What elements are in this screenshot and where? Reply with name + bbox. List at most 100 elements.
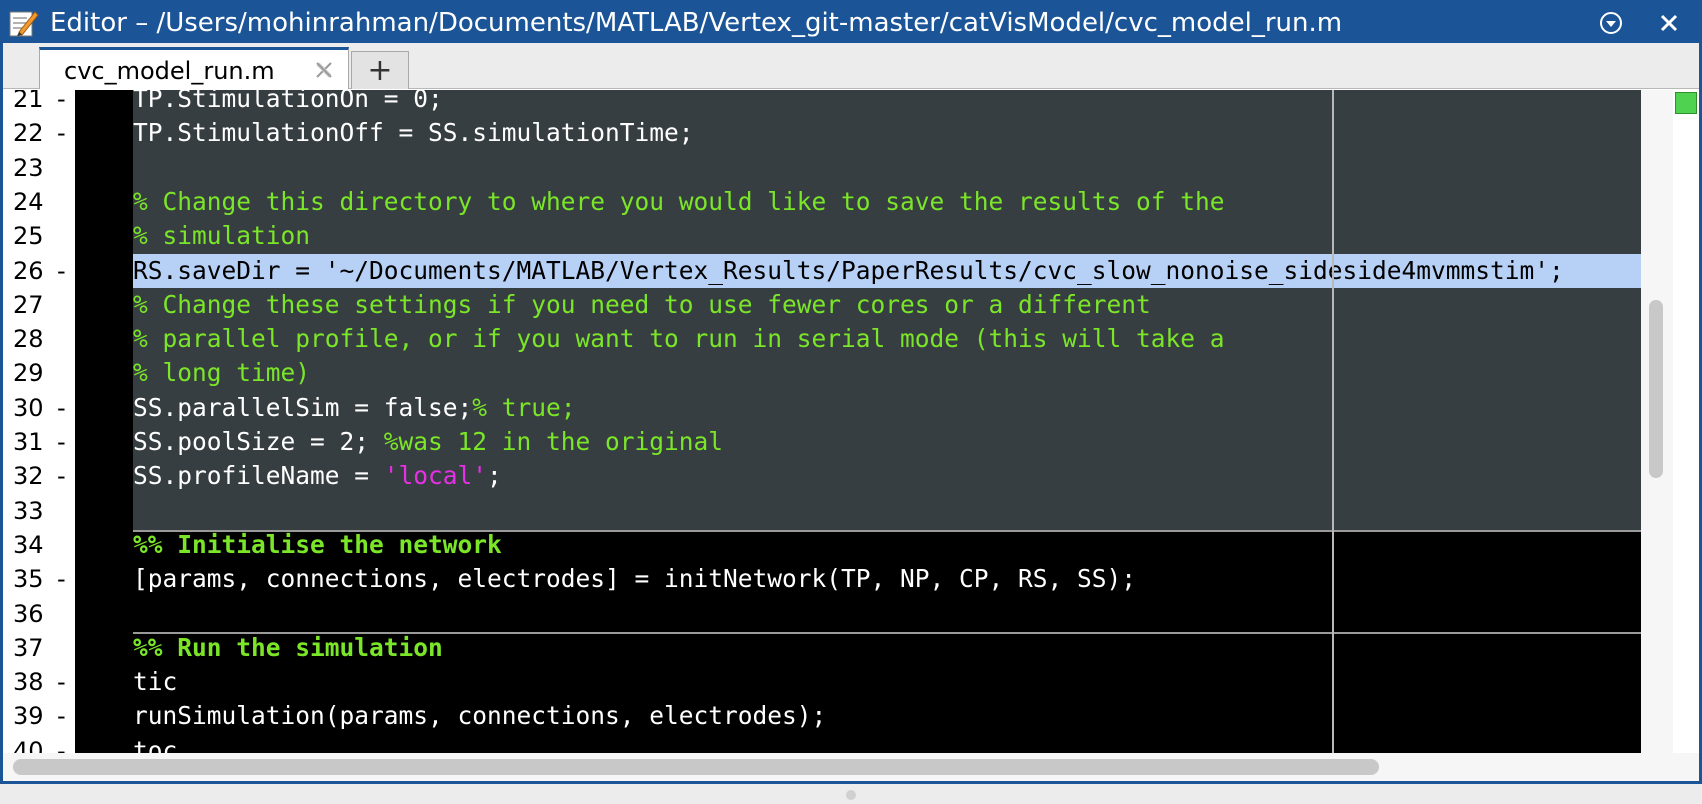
- code-token-comment: % true;: [472, 392, 576, 422]
- code-token-plain: TP.StimulationOff = SS.simulationTime;: [133, 118, 694, 148]
- horizontal-scroll-thumb[interactable]: [13, 759, 1379, 775]
- line-number-label: 37: [13, 633, 44, 662]
- code-line[interactable]: % simulation: [133, 219, 1641, 253]
- breakpoint-marker[interactable]: -: [57, 699, 66, 733]
- code-line[interactable]: % long time): [133, 356, 1641, 390]
- line-number: 25: [3, 219, 75, 253]
- code-token-comment: %was 12 in the original: [383, 427, 724, 456]
- line-number-label: 25: [13, 222, 44, 251]
- code-token-plain: ;: [487, 461, 502, 491]
- new-tab-button[interactable]: +: [351, 51, 409, 89]
- code-token-plain: runSimulation(params, connections, elect…: [133, 701, 827, 731]
- line-number-label: 35: [13, 565, 44, 594]
- code-line[interactable]: SS.parallelSim = false;% true;: [133, 391, 1641, 425]
- cell-divider: [133, 632, 1641, 634]
- line-number-label: 27: [13, 290, 44, 319]
- code-line[interactable]: tic: [133, 665, 1641, 699]
- code-line[interactable]: toc: [133, 734, 1641, 753]
- code-token-comment: % Change these settings if you need to u…: [133, 289, 1151, 319]
- code-line[interactable]: TP.StimulationOff = SS.simulationTime;: [133, 116, 1641, 150]
- line-number: 37: [3, 631, 75, 665]
- code-token-comment: % parallel profile, or if you want to ru…: [133, 324, 1225, 354]
- cell-divider: [133, 530, 1641, 532]
- tab-cvc-model-run[interactable]: cvc_model_run.m: [39, 47, 349, 89]
- line-number-label: 31: [13, 428, 44, 456]
- selected-code-line[interactable]: RS.saveDir = '~/Documents/MATLAB/Vertex_…: [133, 253, 1641, 288]
- code-token-plain: SS.poolSize = 2;: [133, 427, 384, 456]
- line-number-label: 34: [13, 530, 44, 559]
- window-title: Editor – /Users/mohinrahman/Documents/MA…: [50, 8, 1343, 38]
- line-number: 34: [3, 528, 75, 562]
- line-number: 28: [3, 322, 75, 356]
- line-number: 21-: [3, 90, 75, 116]
- close-icon: [1660, 14, 1678, 32]
- line-number-label: 24: [13, 187, 44, 216]
- code-line[interactable]: %% Initialise the network: [133, 528, 1641, 562]
- line-number: 40-: [3, 734, 75, 753]
- line-number-gutter: 21-22-23 24 25 26-27 28 29 30-31-32-33 34 35-36 3…: [3, 90, 75, 753]
- editor-app-icon: [9, 11, 39, 37]
- tab-label: cvc_model_run.m: [64, 57, 275, 85]
- editor-window: Editor – /Users/mohinrahman/Documents/MA…: [0, 0, 1702, 784]
- code-token-comment: % long time): [133, 358, 311, 388]
- code-token-cell: %% Initialise the network: [133, 529, 502, 559]
- line-number: 39-: [3, 699, 75, 733]
- line-number: 33: [3, 494, 75, 528]
- code-token-plain: TP.StimulationOn = 0;: [133, 90, 443, 113]
- breakpoint-marker[interactable]: -: [57, 459, 66, 493]
- code-line[interactable]: % parallel profile, or if you want to ru…: [133, 322, 1641, 356]
- code-line[interactable]: % Change these settings if you need to u…: [133, 288, 1641, 322]
- breakpoint-marker[interactable]: -: [57, 562, 66, 596]
- code-line[interactable]: [133, 597, 1641, 631]
- right-margin-line: [1332, 90, 1334, 753]
- breakpoint-marker[interactable]: -: [57, 391, 66, 425]
- breakpoint-marker[interactable]: -: [57, 254, 66, 288]
- breakpoint-marker[interactable]: -: [57, 90, 66, 116]
- code-line[interactable]: [133, 151, 1641, 185]
- code-token-plain: SS.parallelSim = false;: [133, 392, 473, 422]
- tab-close-icon[interactable]: [312, 58, 336, 82]
- code-line[interactable]: SS.poolSize = 2; %was 12 in the original: [133, 425, 1641, 459]
- breakpoint-marker[interactable]: -: [57, 734, 66, 753]
- line-number: 29: [3, 356, 75, 390]
- breakpoint-marker[interactable]: -: [57, 665, 66, 699]
- horizontal-scrollbar[interactable]: [3, 753, 1699, 781]
- line-number-label: 26: [13, 256, 44, 285]
- line-number-label: 29: [13, 359, 44, 388]
- line-number: 30-: [3, 391, 75, 425]
- code-editor[interactable]: 21-22-23 24 25 26-27 28 29 30-31-32-33 34 35-36 3…: [3, 90, 1699, 753]
- code-token-plain: SS.profileName =: [133, 461, 384, 491]
- line-number-label: 36: [13, 599, 44, 628]
- line-number-label: 23: [13, 153, 44, 182]
- code-token-plain: [params, connections, electrodes] = init…: [133, 564, 1137, 594]
- code-line[interactable]: TP.StimulationOn = 0;: [133, 90, 1641, 116]
- line-number-label: 22: [13, 119, 44, 148]
- line-number-label: 28: [13, 325, 44, 354]
- line-number-label: 33: [13, 496, 44, 525]
- line-number: 23: [3, 151, 75, 185]
- breakpoint-marker[interactable]: -: [57, 425, 66, 459]
- code-line[interactable]: [params, connections, electrodes] = init…: [133, 562, 1641, 596]
- line-number: 35-: [3, 562, 75, 596]
- line-number-label: 30: [13, 393, 44, 422]
- vertical-scroll-thumb[interactable]: [1649, 300, 1663, 478]
- window-menu-button[interactable]: [1597, 9, 1625, 37]
- window-close-button[interactable]: [1655, 9, 1683, 37]
- line-number: 36: [3, 597, 75, 631]
- code-line[interactable]: [133, 494, 1641, 528]
- code-line[interactable]: %% Run the simulation: [133, 631, 1641, 665]
- code-analyzer-status-indicator[interactable]: [1675, 92, 1697, 114]
- panel-resize-handle[interactable]: [846, 790, 856, 800]
- code-token-plain: tic: [133, 667, 178, 697]
- code-token-comment: % simulation: [133, 221, 311, 251]
- line-number-label: 40: [13, 736, 44, 753]
- code-token-cell: %% Run the simulation: [133, 632, 443, 662]
- code-line[interactable]: % Change this directory to where you wou…: [133, 185, 1641, 219]
- code-line[interactable]: runSimulation(params, connections, elect…: [133, 699, 1641, 733]
- line-number: 31-: [3, 425, 75, 459]
- vertical-scrollbar[interactable]: [1641, 90, 1673, 753]
- code-line[interactable]: SS.profileName = 'local';: [133, 459, 1641, 493]
- code-text-area[interactable]: TP.StimulationOn = 0; TP.StimulationOff =…: [133, 90, 1641, 753]
- code-token-plain: RS.saveDir = '~/Documents/MATLAB/Vertex_…: [133, 255, 1564, 285]
- breakpoint-marker[interactable]: -: [57, 116, 66, 150]
